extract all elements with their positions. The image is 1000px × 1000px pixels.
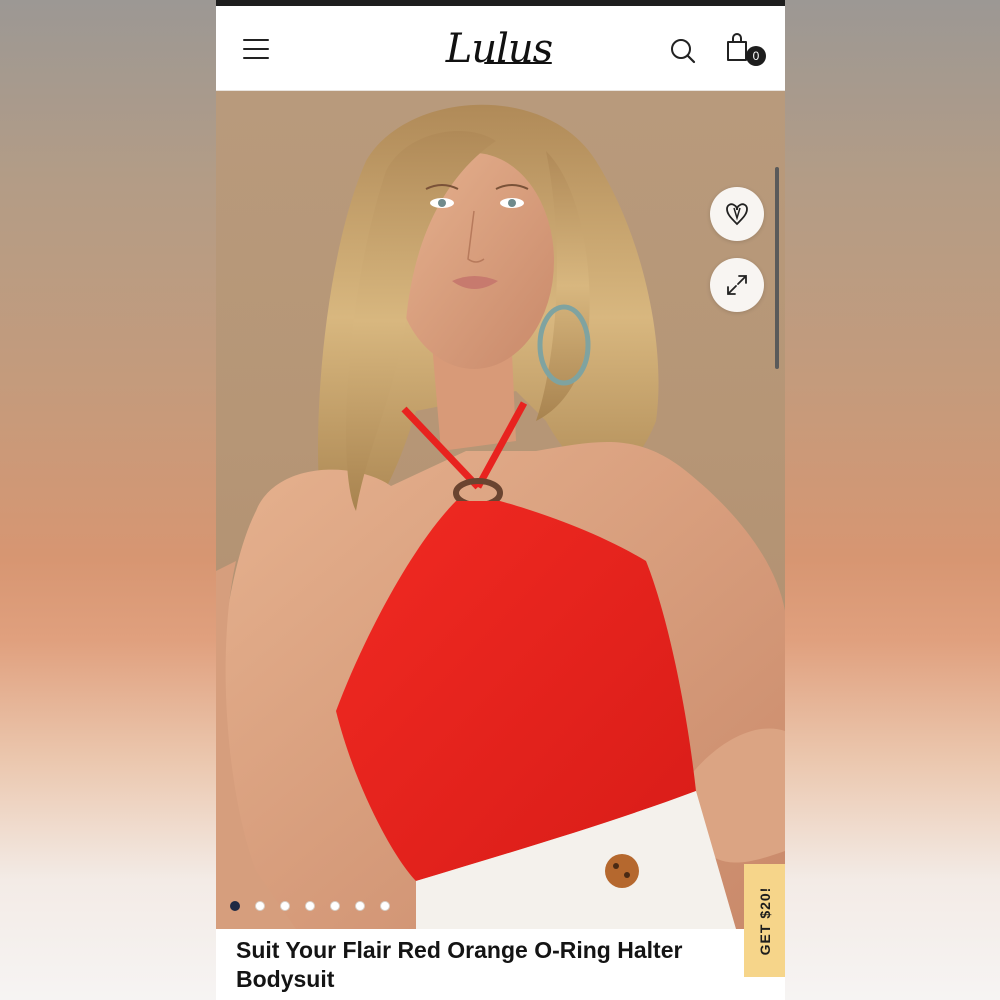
hamburger-menu-icon[interactable]	[242, 37, 272, 61]
lulus-logo[interactable]: Lulus	[434, 24, 564, 74]
product-title: Suit Your Flair Red Orange O-Ring Halter…	[236, 937, 683, 992]
site-header: Lulus 0	[216, 6, 785, 91]
gallery-dot-5[interactable]	[330, 901, 340, 911]
expand-button[interactable]	[710, 258, 764, 312]
gallery-dot-6[interactable]	[355, 901, 365, 911]
left-blurred-backdrop	[0, 0, 216, 1000]
expand-arrows-icon	[727, 275, 747, 295]
gallery-dot-3[interactable]	[280, 901, 290, 911]
image-scrollbar[interactable]	[775, 167, 779, 369]
product-photo-illustration	[216, 104, 785, 929]
heart-icon	[726, 203, 748, 226]
gallery-dot-2[interactable]	[255, 901, 265, 911]
cart-count-badge: 0	[746, 46, 766, 66]
promo-tab[interactable]: GET $20!	[744, 864, 785, 977]
favorite-button[interactable]	[710, 187, 764, 241]
gallery-dot-4[interactable]	[305, 901, 315, 911]
gallery-dot-1[interactable]	[230, 901, 240, 911]
shopping-bag-icon[interactable]: 0	[724, 32, 766, 72]
promo-label: GET $20!	[756, 886, 773, 955]
right-blurred-backdrop	[785, 0, 1000, 1000]
gallery-dot-7[interactable]	[380, 901, 390, 911]
phone-screen: Lulus 0 GET $20! Suit Your Flair Red Ora…	[216, 0, 785, 1000]
logo-underline	[484, 62, 552, 64]
search-icon[interactable]	[668, 36, 698, 66]
product-image[interactable]	[216, 91, 785, 929]
